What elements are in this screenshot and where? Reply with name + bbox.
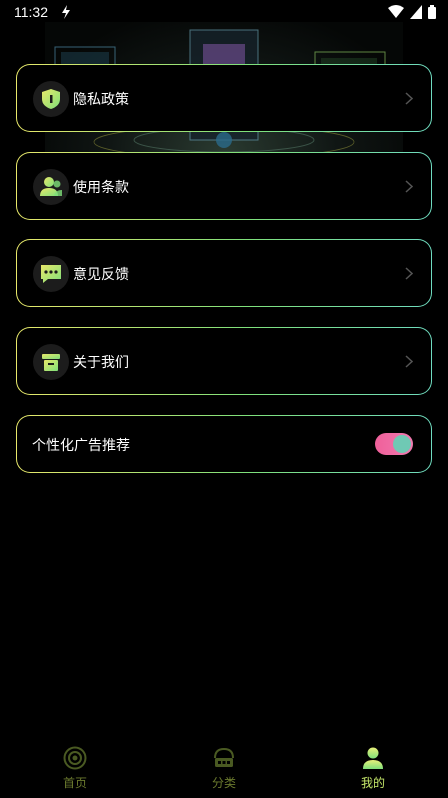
tab-label: 分类 xyxy=(211,776,236,790)
box-icon xyxy=(33,344,69,380)
status-bar: 11:32 xyxy=(0,0,448,24)
menu-item-terms-of-use[interactable]: 使用条款 xyxy=(16,152,432,220)
bottom-tab-bar: 首页 分类 我的 xyxy=(0,742,448,798)
status-time: 11:32 xyxy=(14,4,48,20)
tab-label: 首页 xyxy=(62,776,87,790)
menu-label: 意见反馈 xyxy=(73,267,129,283)
personalized-ads-label: 个性化广告推荐 xyxy=(32,438,130,454)
signal-icon xyxy=(410,5,422,19)
chevron-right-icon xyxy=(405,267,413,280)
flash-icon xyxy=(62,5,70,19)
tab-category[interactable]: 分类 xyxy=(184,746,264,794)
chevron-right-icon xyxy=(405,355,413,368)
battery-icon xyxy=(428,5,436,19)
home-icon xyxy=(63,746,87,770)
profile-icon xyxy=(363,747,383,769)
shield-icon xyxy=(33,81,69,117)
menu-item-privacy-policy[interactable]: 隐私政策 xyxy=(16,64,432,132)
wifi-icon xyxy=(388,5,404,18)
tab-profile[interactable]: 我的 xyxy=(333,746,413,794)
chat-icon xyxy=(33,256,69,292)
menu-item-feedback[interactable]: 意见反馈 xyxy=(16,239,432,307)
menu-label: 隐私政策 xyxy=(73,92,129,108)
tab-home[interactable]: 首页 xyxy=(35,746,115,794)
menu-item-about-us[interactable]: 关于我们 xyxy=(16,327,432,395)
category-icon xyxy=(214,747,234,767)
chevron-right-icon xyxy=(405,180,413,193)
toggle-knob xyxy=(393,435,411,453)
menu-label: 关于我们 xyxy=(73,355,129,371)
personalized-ads-row: 个性化广告推荐 xyxy=(16,415,432,473)
users-icon xyxy=(33,169,69,205)
chevron-right-icon xyxy=(405,92,413,105)
personalized-ads-toggle[interactable] xyxy=(375,433,413,455)
tab-label: 我的 xyxy=(360,776,385,790)
menu-label: 使用条款 xyxy=(73,180,129,196)
status-icons xyxy=(388,5,436,19)
